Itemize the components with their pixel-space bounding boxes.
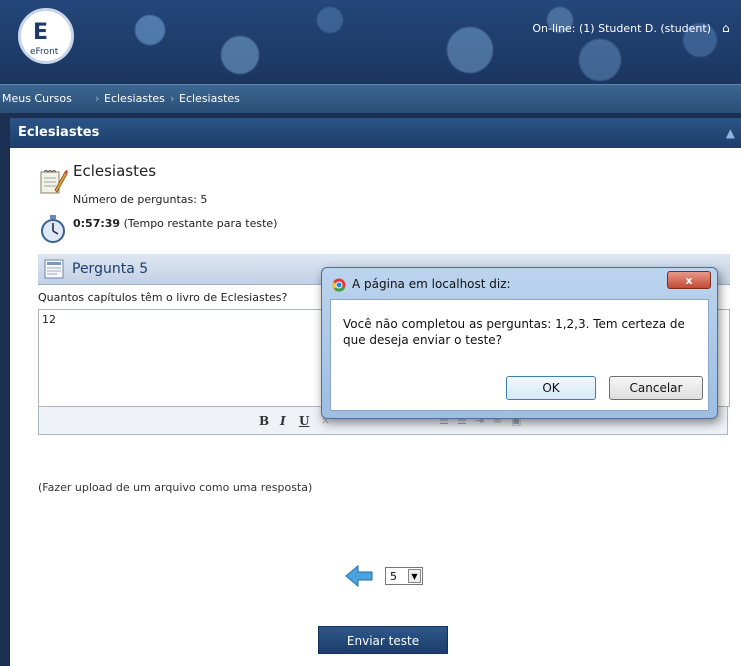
breadcrumb-separator: › — [170, 92, 175, 105]
panel-title: Eclesiastes — [18, 125, 100, 140]
logo-mark-icon: E — [33, 20, 48, 45]
previous-arrow-icon[interactable] — [344, 564, 374, 588]
underline-button[interactable]: U — [299, 414, 309, 428]
logo-text: eFront — [30, 47, 59, 57]
panel-header: Eclesiastes ▲ — [10, 118, 741, 148]
submit-test-button[interactable]: Enviar teste — [318, 626, 448, 654]
question-doc-icon — [44, 259, 64, 279]
confirm-dialog: A página em localhost diz: x Você não co… — [321, 267, 718, 419]
chevron-down-icon[interactable]: ▼ — [408, 569, 421, 583]
dialog-title: A página em localhost diz: — [352, 277, 511, 291]
question-text: Quantos capítulos têm o livro de Eclesia… — [38, 291, 288, 304]
efront-logo[interactable]: E eFront — [18, 8, 74, 64]
page-select[interactable]: 5 ▼ — [385, 567, 423, 585]
breadcrumb-separator: › — [95, 92, 100, 105]
breadcrumb: Meus Cursos › Eclesiastes › Eclesiastes — [0, 84, 741, 113]
bold-button[interactable]: B — [259, 414, 269, 428]
home-icon[interactable]: ⌂ — [722, 22, 735, 34]
chrome-icon — [332, 278, 346, 292]
question-count: Número de perguntas: 5 — [73, 193, 208, 206]
collapse-icon[interactable]: ▲ — [726, 126, 735, 140]
upload-instruction[interactable]: (Fazer upload de um arquivo como uma res… — [38, 481, 312, 494]
time-remaining: 0:57:39 (Tempo restante para teste) — [73, 217, 277, 230]
time-remaining-label: (Tempo restante para teste) — [123, 217, 278, 230]
close-button[interactable]: x — [667, 271, 711, 289]
breadcrumb-item-course[interactable]: Eclesiastes — [104, 92, 165, 105]
page-select-value: 5 — [390, 570, 397, 583]
site-header: E eFront On-line: (1) Student D. (studen… — [0, 0, 741, 84]
dialog-message: Você não completou as perguntas: 1,2,3. … — [343, 317, 685, 347]
cancel-button[interactable]: Cancelar — [609, 376, 703, 400]
dialog-body: Você não completou as perguntas: 1,2,3. … — [330, 299, 709, 411]
italic-button[interactable]: I — [280, 414, 286, 428]
answer-value: 12 — [42, 313, 56, 326]
online-status[interactable]: On-line: (1) Student D. (student) — [532, 22, 711, 35]
test-title: Eclesiastes — [73, 162, 157, 180]
breadcrumb-item-test[interactable]: Eclesiastes — [179, 92, 240, 105]
notepad-pencil-icon — [40, 170, 68, 194]
time-remaining-value: 0:57:39 — [73, 217, 121, 230]
question-heading: Pergunta 5 — [72, 261, 149, 277]
breadcrumb-item-meus-cursos[interactable]: Meus Cursos — [2, 92, 72, 105]
stopwatch-icon — [41, 215, 65, 243]
ok-button[interactable]: OK — [506, 376, 596, 400]
